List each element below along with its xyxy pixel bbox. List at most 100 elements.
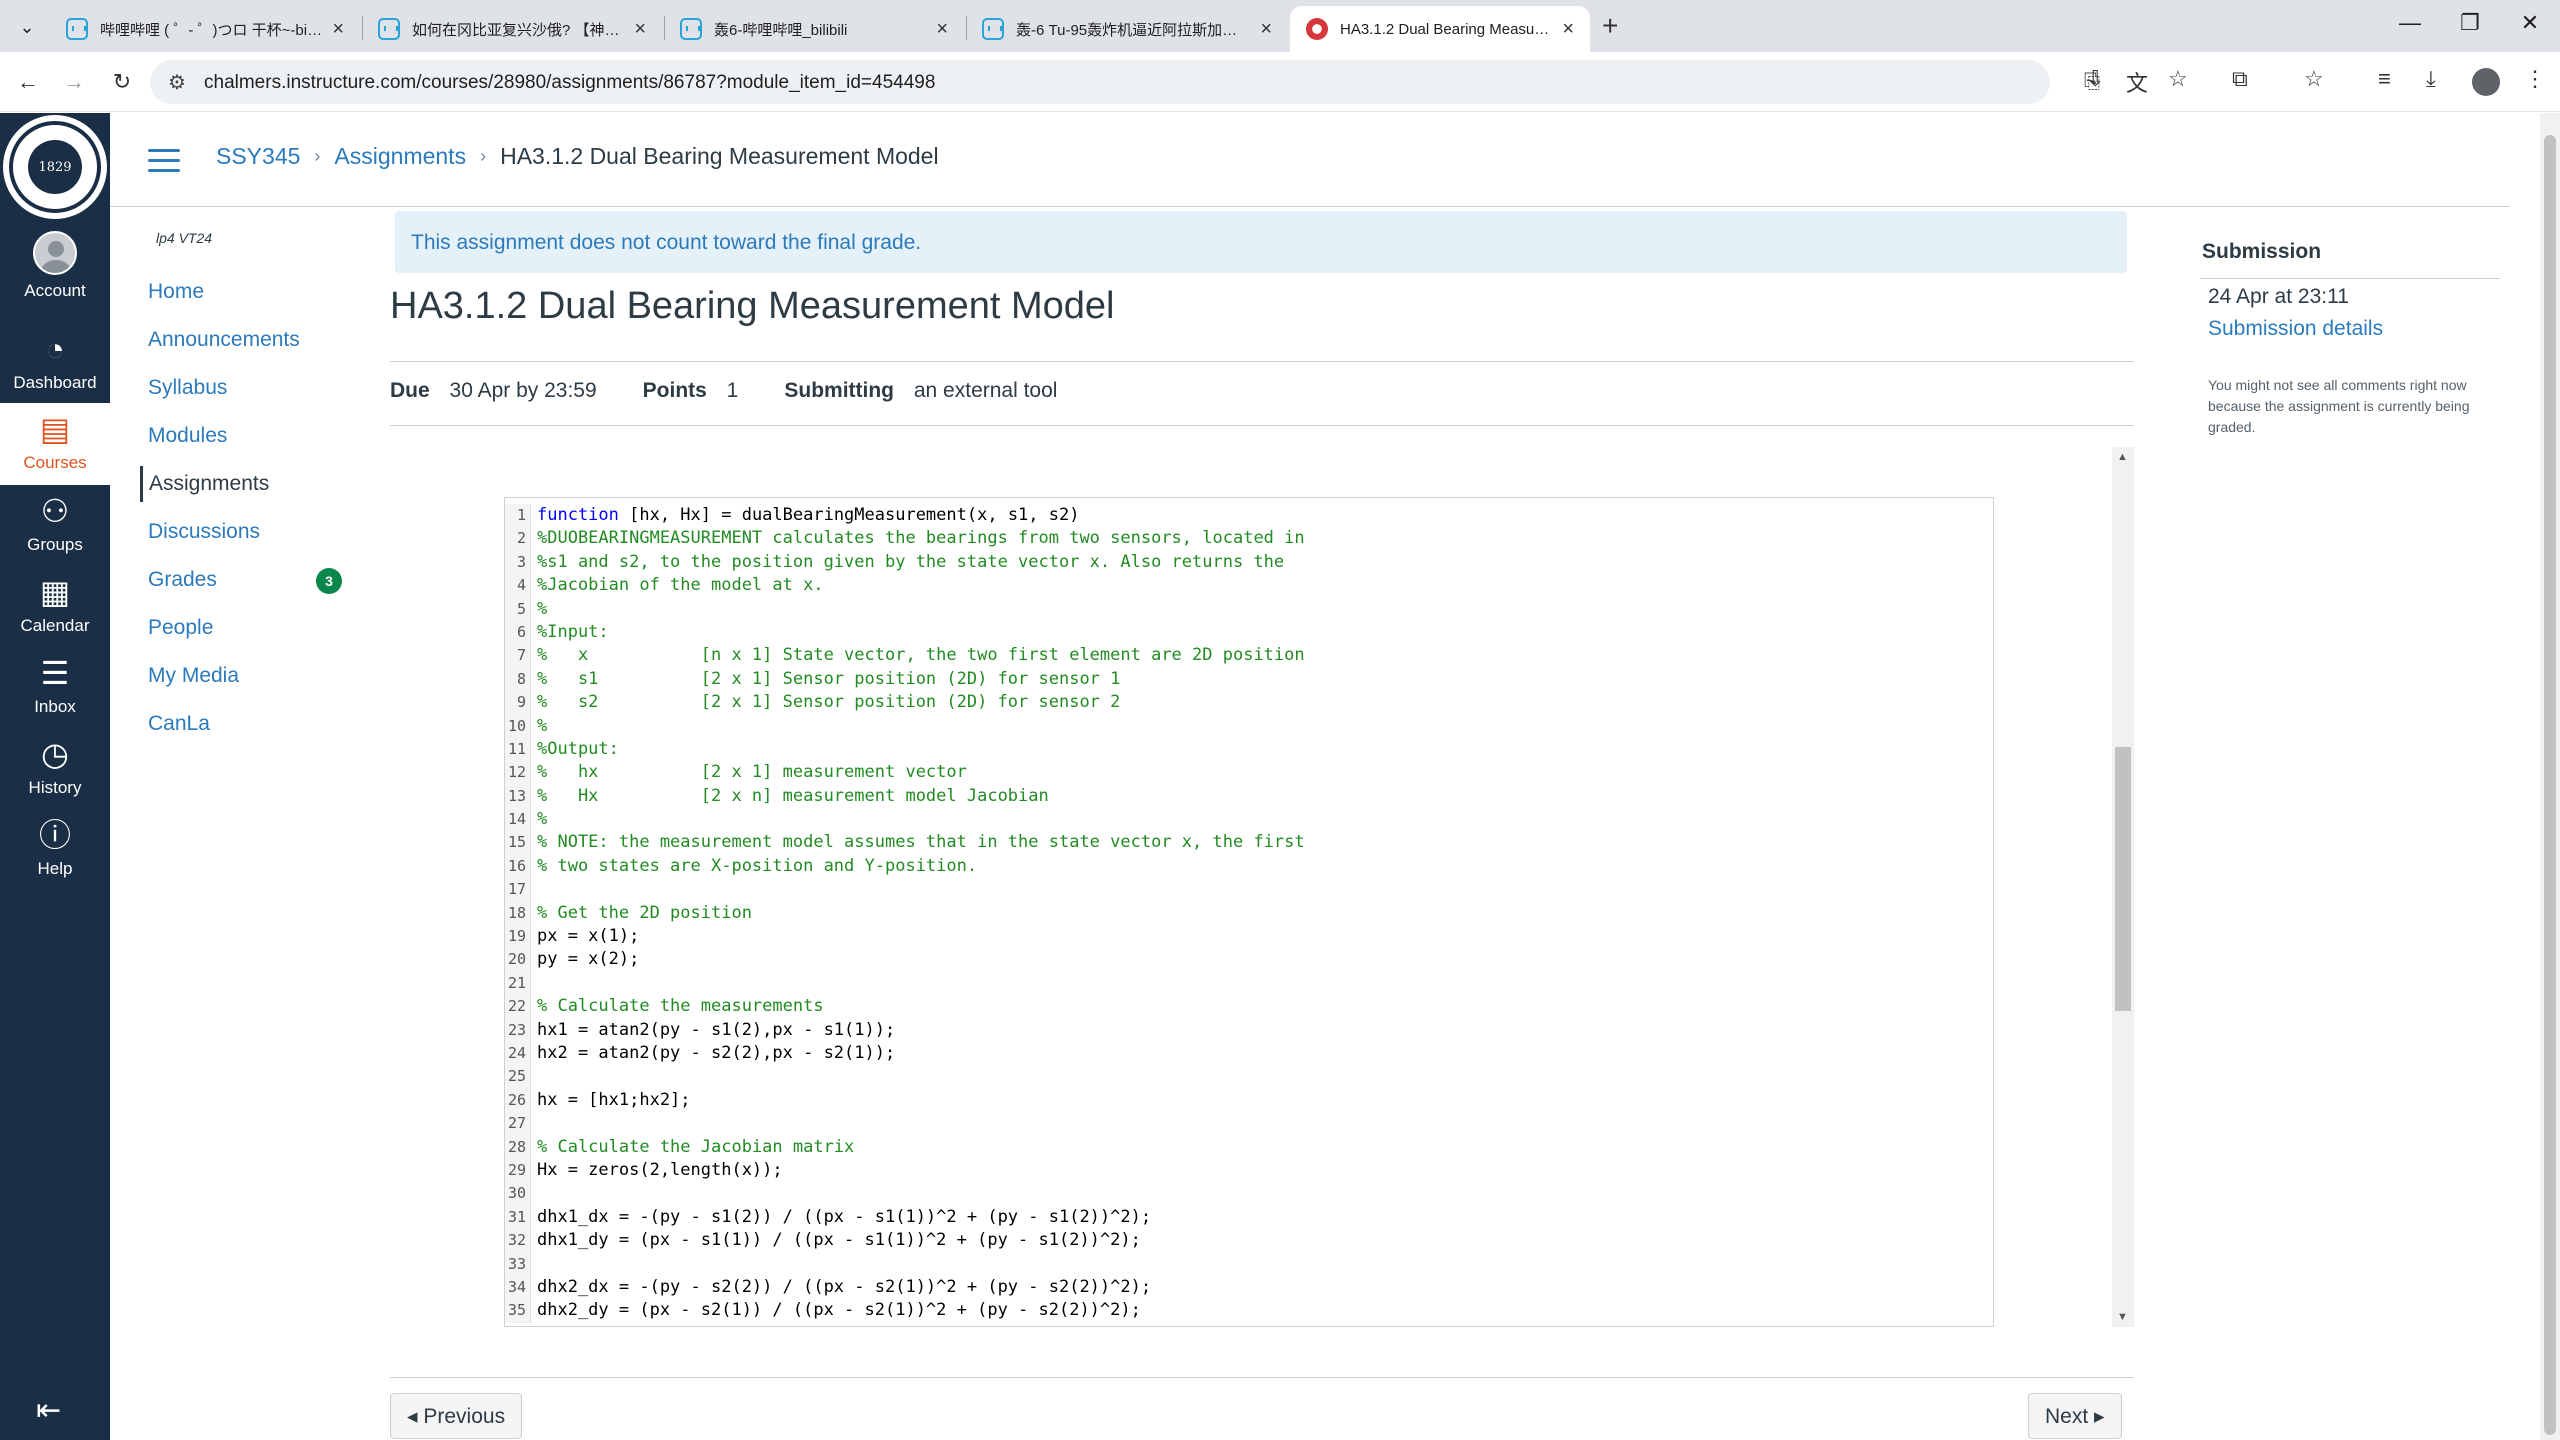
code-line: 20 py = x(2); [505, 948, 1993, 972]
url-text[interactable]: chalmers.instructure.com/courses/28980/a… [204, 72, 935, 94]
global-nav-account[interactable]: Account [0, 231, 110, 301]
scroll-up-icon[interactable]: ▲ [2117, 451, 2128, 463]
code-line: 28 % Calculate the Jacobian matrix [505, 1135, 1993, 1159]
course-nav-label: Grades [148, 568, 217, 591]
code-text: function [hx, Hx] = dualBearingMeasureme… [537, 505, 1080, 525]
tab-search-chevron-icon[interactable]: ⌄ [12, 12, 42, 42]
page-title: HA3.1.2 Dual Bearing Measurement Model [390, 285, 1115, 327]
scrollbar-thumb[interactable] [2115, 747, 2131, 1011]
bilibili-icon [378, 18, 400, 40]
browser-tab-active[interactable]: HA3.1.2 Dual Bearing Measuremen × [1290, 6, 1590, 52]
line-number: 17 [505, 878, 531, 902]
global-nav-label: Inbox [34, 697, 76, 716]
global-nav-calendar[interactable]: ▦ Calendar [0, 572, 110, 636]
global-nav-label: Calendar [20, 616, 90, 635]
course-nav-home[interactable]: Home [140, 274, 360, 322]
tab-title: 如何在冈比亚复兴沙俄? 【神奇组织】 [412, 21, 624, 39]
code-line: 9 % s2 [2 x 1] Sensor position (2D) for s… [505, 691, 1993, 715]
address-bar[interactable]: ⚙ chalmers.instructure.com/courses/28980… [150, 60, 2100, 104]
grades-count-badge: 3 [316, 568, 342, 594]
code-text: % s1 [2 x 1] Sensor position (2D) for se… [537, 668, 1121, 689]
divider [390, 425, 2134, 426]
minimize-icon[interactable]: — [2380, 10, 2440, 36]
line-number: 16 [505, 854, 531, 879]
course-menu-hamburger-icon[interactable] [148, 149, 180, 173]
course-nav-modules[interactable]: Modules [140, 418, 360, 466]
forward-arrow-icon[interactable]: → [56, 64, 92, 100]
code-line: 19 px = x(1); [505, 925, 1993, 949]
code-line: 23 hx1 = atan2(py - s1(2),px - s1(1)); [505, 1018, 1993, 1042]
chalmers-logo[interactable]: 1829 [3, 115, 107, 219]
global-nav-dashboard[interactable]: ◔ Dashboard [0, 329, 110, 393]
breadcrumb-assignments-link[interactable]: Assignments [334, 143, 466, 170]
bookmark-star-icon[interactable]: ☆ [2168, 66, 2188, 92]
course-nav-grades[interactable]: Grades 3 [140, 562, 360, 610]
line-number: 21 [505, 971, 531, 996]
course-nav-syllabus[interactable]: Syllabus [140, 370, 360, 418]
breadcrumb-course-link[interactable]: SSY345 [216, 143, 300, 170]
close-tab-icon[interactable]: × [1260, 18, 1272, 41]
breadcrumb-current: HA3.1.2 Dual Bearing Measurement Model [500, 143, 939, 169]
more-menu-icon[interactable]: ⋮ [2524, 66, 2546, 92]
line-number: 32 [505, 1229, 531, 1253]
browser-tab[interactable]: 如何在冈比亚复兴沙俄? 【神奇组织】 × [362, 6, 662, 52]
close-tab-icon[interactable]: × [936, 18, 948, 41]
code-line: 2 %DUOBEARINGMEASUREMENT calculates the b… [505, 527, 1993, 551]
external-tool-frame[interactable]: 1 function [hx, Hx] = dualBearingMeasurem… [390, 447, 2134, 1327]
code-line: 8 % s1 [2 x 1] Sensor position (2D) for s… [505, 667, 1993, 692]
install-icon[interactable]: ⇩ [2086, 66, 2104, 92]
next-button[interactable]: Next ▸ [2028, 1393, 2122, 1439]
line-number: 1 [505, 504, 531, 528]
back-arrow-icon[interactable]: ← [10, 64, 46, 100]
course-nav-discussions[interactable]: Discussions [140, 514, 360, 562]
downloads-icon[interactable]: ⤓ [2426, 66, 2436, 92]
global-nav-groups[interactable]: ⚇ Groups [0, 491, 110, 555]
close-tab-icon[interactable]: × [1562, 18, 1574, 41]
line-number: 8 [505, 667, 531, 692]
course-nav-canla[interactable]: CanLa [140, 706, 360, 754]
course-navigation: lp4 VT24 Home Announcements Syllabus Mod… [140, 230, 360, 754]
code-viewer[interactable]: 1 function [hx, Hx] = dualBearingMeasurem… [504, 497, 1994, 1327]
browser-tab[interactable]: 轰6-哔哩哔哩_bilibili × [664, 6, 964, 52]
global-nav-courses[interactable]: ▤ Courses [0, 403, 110, 485]
translate-icon[interactable]: 文 [2126, 66, 2148, 98]
browser-tab[interactable]: 轰-6 Tu-95轰炸机逼近阿拉斯加！_哔 × [966, 6, 1288, 52]
extensions-icon[interactable]: ⧉ [2232, 66, 2248, 92]
tool-scrollbar[interactable]: ▲ ▼ [2112, 447, 2134, 1327]
code-line: 17 [505, 878, 1993, 902]
code-line: 27 [505, 1112, 1993, 1136]
code-text: dhx2_dy = (px - s2(1)) / ((px - s2(1))^2… [537, 1300, 1141, 1321]
new-tab-plus-icon[interactable]: + [1602, 10, 1618, 42]
global-nav-label: Courses [23, 453, 87, 472]
line-number: 13 [505, 784, 531, 809]
scroll-down-icon[interactable]: ▼ [2117, 1311, 2128, 1323]
previous-button[interactable]: ◂ Previous [390, 1393, 523, 1439]
browser-tab[interactable]: 哔哩哔哩 ( ゜- ゜)つロ 干杯~-bilibili × [50, 6, 360, 52]
close-tab-icon[interactable]: × [332, 18, 344, 41]
restore-icon[interactable]: ❐ [2440, 10, 2500, 36]
collapse-nav-icon[interactable]: ⇤ [36, 1393, 61, 1428]
bilibili-icon [982, 18, 1004, 40]
code-text: %Output: [537, 738, 619, 759]
favorites-icon[interactable]: ☆ [2304, 66, 2324, 92]
page-scrollbar-thumb[interactable] [2544, 135, 2556, 1435]
points-value: 1 [726, 379, 739, 402]
course-nav-people[interactable]: People [140, 610, 360, 658]
close-window-icon[interactable]: ✕ [2500, 10, 2560, 36]
global-nav-inbox[interactable]: ☰ Inbox [0, 653, 110, 717]
course-nav-announcements[interactable]: Announcements [140, 322, 360, 370]
reload-icon[interactable]: ↻ [104, 64, 140, 100]
profile-avatar-icon[interactable] [2472, 68, 2500, 96]
site-info-icon[interactable]: ⚙ [168, 70, 186, 95]
course-nav-assignments[interactable]: Assignments [140, 466, 360, 502]
submission-details-link[interactable]: Submission details [2208, 317, 2500, 341]
page-scrollbar[interactable] [2540, 113, 2560, 1440]
global-nav-help[interactable]: ⓘ Help [0, 815, 110, 879]
global-nav-history[interactable]: ◷ History [0, 734, 110, 798]
close-tab-icon[interactable]: × [634, 18, 646, 41]
course-nav-my-media[interactable]: My Media [140, 658, 360, 706]
reading-list-icon[interactable]: ≡ [2378, 66, 2391, 92]
line-number: 3 [505, 550, 531, 575]
